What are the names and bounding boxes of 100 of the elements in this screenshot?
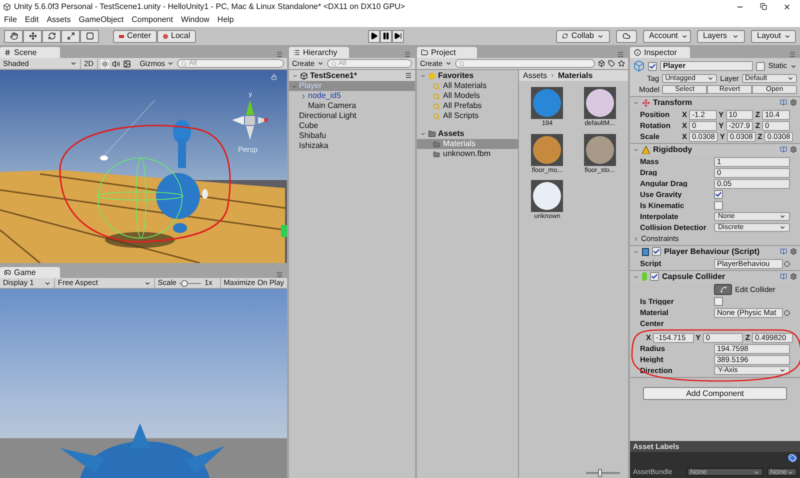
game-tab[interactable]: Game [0,267,60,278]
help-icon[interactable] [780,146,787,153]
menu-item[interactable]: File [4,16,17,24]
hierarchy-item[interactable]: Ishizaka [289,141,415,151]
menu-item[interactable]: Component [132,16,173,24]
folder-icon [433,140,440,148]
close-icon[interactable] [783,2,791,10]
label-icon[interactable] [608,60,615,67]
checkbox[interactable] [714,297,723,306]
caret-icon [680,32,688,40]
pivot-button[interactable]: Center [113,30,158,42]
transform-tool-button[interactable] [23,30,42,42]
cloud-button[interactable] [616,30,637,42]
playback-button[interactable] [380,30,392,42]
transform-tool-button[interactable] [4,30,23,42]
layout-button[interactable]: Layout [751,30,796,42]
playback-button[interactable] [368,30,380,42]
lock-icon[interactable] [271,74,277,80]
scale-slider[interactable] [179,280,202,286]
audio-icon[interactable] [112,60,120,68]
gear-icon[interactable] [790,99,797,106]
object-picker-icon[interactable] [784,260,790,266]
hierarchy-item[interactable]: Shibafu [289,131,415,141]
pivot-rotation-button[interactable]: Local [157,30,196,42]
help-icon[interactable] [780,248,787,255]
menu-item[interactable]: Assets [46,16,71,24]
restore-icon[interactable] [760,3,767,10]
help-icon[interactable] [780,99,787,106]
star-icon[interactable] [618,60,625,67]
component-header[interactable]: Capsule Collider [630,270,800,282]
caret-icon [787,75,794,82]
checkbox[interactable] [714,190,723,199]
breadcrumb-item[interactable]: Assets [523,72,548,80]
checkbox[interactable] [756,62,766,70]
panel-menu-icon[interactable] [276,271,283,278]
caret-icon [316,60,324,67]
menu-item[interactable]: GameObject [78,16,124,24]
scene-tab[interactable]: Scene [0,47,60,58]
list-icon [293,49,300,56]
breadcrumb-item[interactable]: Materials [558,72,593,80]
gear-icon[interactable] [790,273,797,280]
lighting-icon[interactable] [100,60,109,68]
gear-icon[interactable] [790,146,797,153]
effects-icon[interactable] [122,60,131,68]
account-button[interactable]: Account [643,30,691,42]
menu-item[interactable]: Window [180,16,210,24]
check-icon [649,62,656,70]
panel-menu-icon[interactable] [789,51,796,58]
gear-icon[interactable] [790,248,797,255]
checkbox[interactable] [714,201,723,210]
scene-menu-icon[interactable] [405,72,412,79]
window-title: Unity 5.6.0f3 Personal - TestScene1.unity - HelloUnity1 - PC, Mac & Linux Standalone* <DX11 on DX10 GPU> [14,2,406,10]
hierarchy-item[interactable]: Directional Light [289,111,415,121]
playback-icon [394,32,402,40]
tool-icon [10,32,18,40]
caret-icon [784,32,792,40]
project-tab[interactable]: Project [417,47,477,58]
menu-item[interactable]: Edit [24,16,39,24]
add-component-button[interactable]: Add Component [643,387,787,400]
edit-collider-button[interactable] [714,284,732,295]
checkbox[interactable] [652,247,661,256]
icon-size-slider[interactable] [586,469,620,477]
panel-menu-icon[interactable] [276,51,283,58]
collab-button[interactable]: Collab [556,30,610,42]
favorites-item[interactable]: All Scripts [417,111,518,121]
filter-type-icon[interactable] [598,60,605,67]
transform-tool-button[interactable] [61,30,80,42]
component-header[interactable]: Transform [630,96,800,108]
cloud-icon [622,32,631,40]
caret-icon [732,32,739,40]
component-header[interactable]: Player Behaviour (Script) [630,245,800,257]
search-icon [433,102,440,110]
playback-button[interactable] [392,30,404,42]
search-field[interactable] [454,59,595,68]
component-header[interactable]: Rigidbody [630,143,800,155]
inspector-tab[interactable]: Inspector [630,47,690,58]
object-picker-icon[interactable] [784,310,790,316]
favorites-item[interactable]: All Materials [417,81,518,91]
tool-icon [86,32,94,40]
hierarchy-item[interactable]: node_id5 [289,91,415,101]
component-title: Capsule Collider [662,272,726,280]
favorites-item[interactable]: All Prefabs [417,101,518,111]
hierarchy-item[interactable]: Cube [289,121,415,131]
section-label: Favorites [438,72,474,80]
layers-button[interactable]: Layers [697,30,745,42]
panel-menu-icon[interactable] [404,51,411,58]
hierarchy-item[interactable]: Main Camera [289,101,415,111]
checkbox[interactable] [650,272,659,281]
help-icon[interactable] [780,273,787,280]
transform-tool-button[interactable] [42,30,61,42]
script-icon [642,248,649,256]
breadcrumb-separator-icon [550,73,556,78]
component-title: Transform [653,98,694,106]
folder-item[interactable]: unknown.fbm [417,149,518,159]
checkbox[interactable] [648,62,657,70]
favorites-item[interactable]: All Models [417,91,518,101]
menu-item[interactable]: Help [217,16,234,24]
sync-icon [562,33,568,39]
hierarchy-tab[interactable]: Hierarchy [289,47,349,58]
transform-tool-button[interactable] [80,30,99,42]
